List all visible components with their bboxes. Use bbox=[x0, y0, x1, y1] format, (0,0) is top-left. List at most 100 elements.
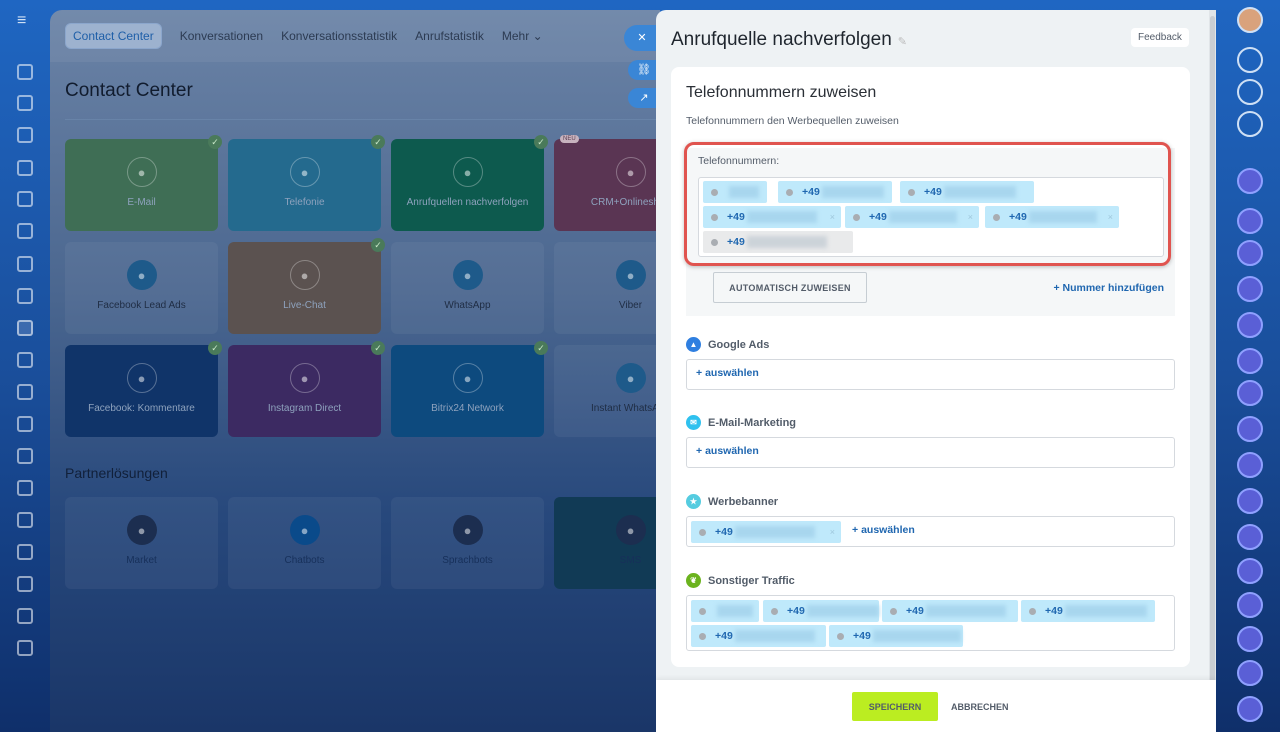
tab-anrufstatistik[interactable]: Anrufstatistik bbox=[415, 29, 484, 43]
right-sidebar-icon[interactable] bbox=[1237, 240, 1263, 266]
right-sidebar-icon[interactable] bbox=[1237, 626, 1263, 652]
phone-number-chip[interactable]: +49 × bbox=[691, 521, 841, 543]
source-heading: ❦ Sonstiger Traffic bbox=[686, 573, 795, 588]
sidebar-nav-icon[interactable] bbox=[17, 320, 33, 336]
tab-contact-center[interactable]: Contact Center bbox=[65, 23, 162, 49]
sidebar-nav-icon[interactable] bbox=[17, 416, 33, 432]
sidebar-nav-icon[interactable] bbox=[17, 223, 33, 239]
partner-market[interactable]: ● Market bbox=[65, 497, 218, 589]
sidebar-nav-icon[interactable] bbox=[17, 352, 33, 368]
source-field[interactable]: + auswählen bbox=[686, 437, 1175, 468]
mail-icon: ● bbox=[126, 157, 157, 187]
sidebar-nav-icon[interactable] bbox=[17, 448, 33, 464]
tile-instagram[interactable]: ● Instagram Direct ✓ bbox=[228, 341, 385, 437]
sidebar-nav-icon[interactable] bbox=[17, 288, 33, 304]
user-avatar[interactable] bbox=[1237, 7, 1263, 33]
cancel-button[interactable]: ABBRECHEN bbox=[951, 702, 1009, 712]
sidebar-nav-icon[interactable] bbox=[17, 95, 33, 111]
partner-robot[interactable]: ● Chatbots bbox=[228, 497, 381, 589]
sidebar-nav-icon[interactable] bbox=[17, 576, 33, 592]
phone-number-prefix: +49 bbox=[787, 605, 805, 617]
tile-label: Telefonie bbox=[284, 197, 325, 208]
tile-whatsapp[interactable]: ● WhatsApp bbox=[391, 242, 544, 334]
scrollbar[interactable] bbox=[1209, 10, 1216, 732]
remove-icon[interactable]: × bbox=[830, 527, 835, 537]
right-sidebar-icon[interactable] bbox=[1237, 558, 1263, 584]
check-icon: ✓ bbox=[371, 135, 385, 149]
right-sidebar-icon[interactable] bbox=[1237, 312, 1263, 338]
right-sidebar-icon[interactable] bbox=[1237, 47, 1263, 73]
sidebar-nav-icon[interactable] bbox=[17, 608, 33, 624]
save-button[interactable]: SPEICHERN bbox=[852, 692, 938, 721]
check-icon: ✓ bbox=[371, 238, 385, 252]
source-field[interactable]: + auswählen bbox=[686, 359, 1175, 390]
close-button[interactable]: ✕ bbox=[624, 25, 660, 51]
tile-cloud[interactable]: ● Bitrix24 Network ✓ bbox=[391, 341, 548, 437]
partner-label: Market bbox=[126, 555, 157, 566]
right-sidebar-icon[interactable] bbox=[1237, 111, 1263, 137]
right-sidebar-icon[interactable] bbox=[1237, 452, 1263, 478]
phone-number-chip[interactable]: +49 bbox=[829, 625, 963, 647]
tile-label: CRM+Onlineshop bbox=[590, 197, 660, 208]
select-link[interactable]: + auswählen bbox=[696, 367, 759, 379]
source-field[interactable]: +49 × + auswählen bbox=[686, 516, 1175, 547]
tile-call-tracking[interactable]: ● Anrufquellen nachverfolgen ✓ bbox=[391, 135, 548, 231]
right-sidebar-icon[interactable] bbox=[1237, 79, 1263, 105]
sidebar-nav-icon[interactable] bbox=[17, 640, 33, 656]
tab-konversationen[interactable]: Konversationen bbox=[180, 29, 263, 43]
sidebar-nav-icon[interactable] bbox=[17, 544, 33, 560]
menu-icon[interactable]: ≡ bbox=[17, 13, 33, 29]
check-icon: ✓ bbox=[371, 341, 385, 355]
feedback-button[interactable]: Feedback bbox=[1131, 28, 1189, 47]
tile-whatsapp[interactable]: ● Instant WhatsApp bbox=[554, 345, 660, 437]
sidebar-nav-icon[interactable] bbox=[17, 64, 33, 80]
right-sidebar-icon[interactable] bbox=[1237, 276, 1263, 302]
tab-konversationsstatistik[interactable]: Konversationsstatistik bbox=[281, 29, 397, 43]
phone-number-chip[interactable]: +49 bbox=[763, 600, 879, 622]
facebook-comments-icon: ● bbox=[126, 363, 157, 393]
tile-mail[interactable]: ● E-Mail ✓ bbox=[65, 135, 222, 231]
select-link[interactable]: + auswählen bbox=[696, 445, 759, 457]
phone-number-chip[interactable] bbox=[691, 600, 759, 622]
right-sidebar-icon[interactable] bbox=[1237, 168, 1263, 194]
sidebar-nav-icon[interactable] bbox=[17, 480, 33, 496]
tile-facebook-comments[interactable]: ● Facebook: Kommentare ✓ bbox=[65, 341, 222, 437]
pin-icon[interactable]: ✎ bbox=[898, 36, 907, 48]
right-sidebar-icon[interactable] bbox=[1237, 660, 1263, 686]
tile-chat[interactable]: ● Live-Chat ✓ bbox=[228, 238, 385, 334]
right-sidebar-icon[interactable] bbox=[1237, 592, 1263, 618]
right-sidebar-icon[interactable] bbox=[1237, 488, 1263, 514]
phone-number-chip[interactable]: +49 bbox=[882, 600, 1018, 622]
sidebar-nav-icon[interactable] bbox=[17, 256, 33, 272]
tab-mehr[interactable]: Mehr ⌄ bbox=[502, 29, 543, 43]
sidebar-nav-icon[interactable] bbox=[17, 384, 33, 400]
right-sidebar-icon[interactable] bbox=[1237, 696, 1263, 722]
add-number-link[interactable]: + Nummer hinzufügen bbox=[1053, 282, 1164, 294]
right-sidebar-icon[interactable] bbox=[1237, 208, 1263, 234]
link-icon: ⛓ bbox=[637, 64, 651, 76]
sidebar-nav-icon[interactable] bbox=[17, 512, 33, 528]
select-link[interactable]: + auswählen bbox=[852, 524, 915, 536]
tile-label: Facebook Lead Ads bbox=[97, 300, 186, 311]
right-sidebar-icon[interactable] bbox=[1237, 380, 1263, 406]
chat-icon: ● bbox=[289, 260, 320, 290]
tile-facebook-leads[interactable]: ● Facebook Lead Ads bbox=[65, 242, 218, 334]
right-sidebar-icon[interactable] bbox=[1237, 416, 1263, 442]
partner-label: Sprachbots bbox=[442, 555, 493, 566]
microphone-icon: ● bbox=[452, 515, 483, 545]
partner-microphone[interactable]: ● Sprachbots bbox=[391, 497, 544, 589]
tile-shop[interactable]: ● CRM+Onlineshop NEU bbox=[554, 135, 660, 231]
partner-sms[interactable]: ● SMS bbox=[554, 497, 660, 589]
sidebar-nav-icon[interactable] bbox=[17, 191, 33, 207]
auto-assign-button[interactable]: AUTOMATISCH ZUWEISEN bbox=[713, 272, 867, 303]
right-sidebar-icon[interactable] bbox=[1237, 348, 1263, 374]
tile-viber[interactable]: ● Viber bbox=[554, 242, 660, 334]
tile-phone[interactable]: ● Telefonie ✓ bbox=[228, 135, 385, 231]
right-sidebar-icon[interactable] bbox=[1237, 524, 1263, 550]
source-name: E-Mail-Marketing bbox=[708, 416, 797, 429]
phone-number-chip[interactable]: +49 bbox=[691, 625, 826, 647]
phone-number-chip[interactable]: +49 bbox=[1021, 600, 1155, 622]
sidebar-nav-icon[interactable] bbox=[17, 160, 33, 176]
source-field[interactable]: +49 +49 +49 +49 +49 bbox=[686, 595, 1175, 651]
sidebar-nav-icon[interactable] bbox=[17, 127, 33, 143]
